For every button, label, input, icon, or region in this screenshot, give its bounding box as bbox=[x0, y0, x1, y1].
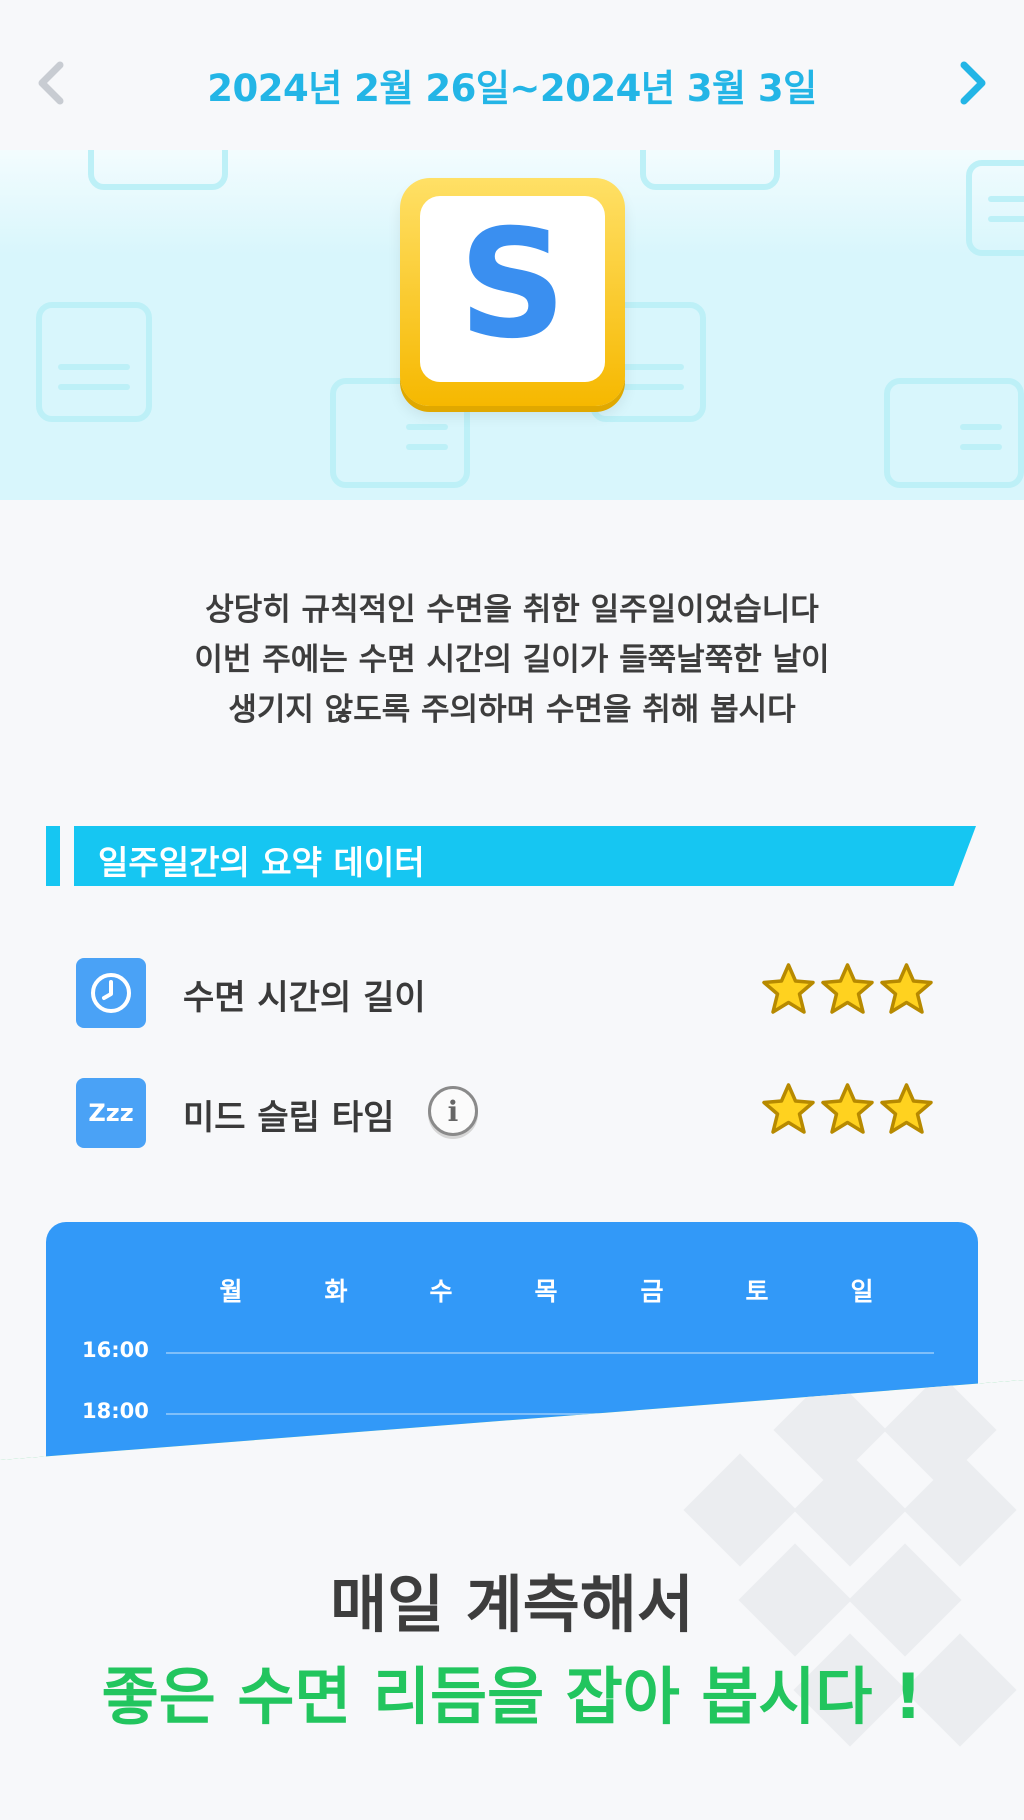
day-label: 목 bbox=[534, 1277, 558, 1306]
message-line: 생기지 않도록 주의하며 수면을 취해 봅시다 bbox=[228, 692, 796, 728]
day-label: 수 bbox=[429, 1277, 453, 1306]
star-rating bbox=[761, 962, 936, 1022]
star-icon bbox=[821, 1083, 874, 1134]
day-label: 월 bbox=[219, 1277, 243, 1306]
day-label: 금 bbox=[640, 1277, 664, 1306]
background-card-decoration bbox=[966, 160, 1024, 256]
background-card-decoration bbox=[36, 302, 152, 422]
message-line: 상당히 규칙적인 수면을 취한 일주일이었습니다 bbox=[205, 592, 819, 628]
zzz-icon: Zzz bbox=[76, 1078, 146, 1148]
background-diamond-decoration bbox=[903, 1453, 1017, 1567]
day-label: 토 bbox=[745, 1277, 769, 1306]
star-icon bbox=[821, 963, 874, 1014]
rank-letter: S bbox=[458, 198, 567, 372]
background-card-decoration bbox=[640, 150, 780, 190]
section-accent-bar bbox=[46, 826, 60, 886]
star-icon bbox=[762, 1083, 815, 1134]
grid-line bbox=[166, 1352, 934, 1354]
metric-row-mid-sleep-time: Zzz 미드 슬립 타임 i bbox=[76, 1078, 936, 1148]
rank-badge-inner: S bbox=[420, 196, 605, 382]
chevron-right-icon bbox=[960, 61, 986, 105]
promo-subheadline: 좋은 수면 리듬을 잡아 봅시다 ! bbox=[101, 1660, 923, 1733]
date-range-title: 2024년 2월 26일~2024년 3월 3일 bbox=[207, 67, 817, 110]
metric-row-sleep-duration: 수면 시간의 길이 bbox=[76, 958, 936, 1028]
zzz-icon-text: Zzz bbox=[88, 1099, 134, 1127]
promo-headline: 매일 계측해서 bbox=[330, 1568, 694, 1641]
day-label: 화 bbox=[324, 1277, 348, 1306]
time-label: 16:00 bbox=[82, 1338, 149, 1362]
background-diamond-decoration bbox=[683, 1453, 797, 1567]
background-diamond-decoration bbox=[883, 1380, 997, 1487]
background-card-decoration bbox=[88, 150, 228, 190]
star-icon bbox=[762, 963, 815, 1014]
background-diamond-decoration bbox=[793, 1453, 907, 1567]
next-week-button[interactable] bbox=[950, 55, 994, 111]
metric-label: 수면 시간의 길이 bbox=[183, 978, 426, 1018]
summary-section-header: 일주일간의 요약 데이터 bbox=[46, 826, 976, 886]
time-label: 18:00 bbox=[82, 1399, 149, 1423]
weekly-feedback-message: 상당히 규칙적인 수면을 취한 일주일이었습니다 이번 주에는 수면 시간의 길… bbox=[0, 585, 1024, 735]
section-title: 일주일간의 요약 데이터 bbox=[98, 843, 425, 882]
header: 2024년 2월 26일~2024년 3월 3일 bbox=[0, 0, 1024, 150]
rank-badge: S bbox=[400, 178, 625, 406]
day-label: 일 bbox=[850, 1277, 874, 1306]
star-icon bbox=[880, 963, 933, 1014]
star-rating bbox=[761, 1082, 936, 1142]
message-line: 이번 주에는 수면 시간의 길이가 들쭉날쭉한 날이 bbox=[194, 642, 830, 678]
clock-icon bbox=[76, 958, 146, 1028]
background-card-decoration bbox=[884, 378, 1024, 488]
metric-label: 미드 슬립 타임 bbox=[183, 1098, 395, 1138]
info-icon[interactable]: i bbox=[428, 1086, 478, 1136]
star-icon bbox=[880, 1083, 933, 1134]
